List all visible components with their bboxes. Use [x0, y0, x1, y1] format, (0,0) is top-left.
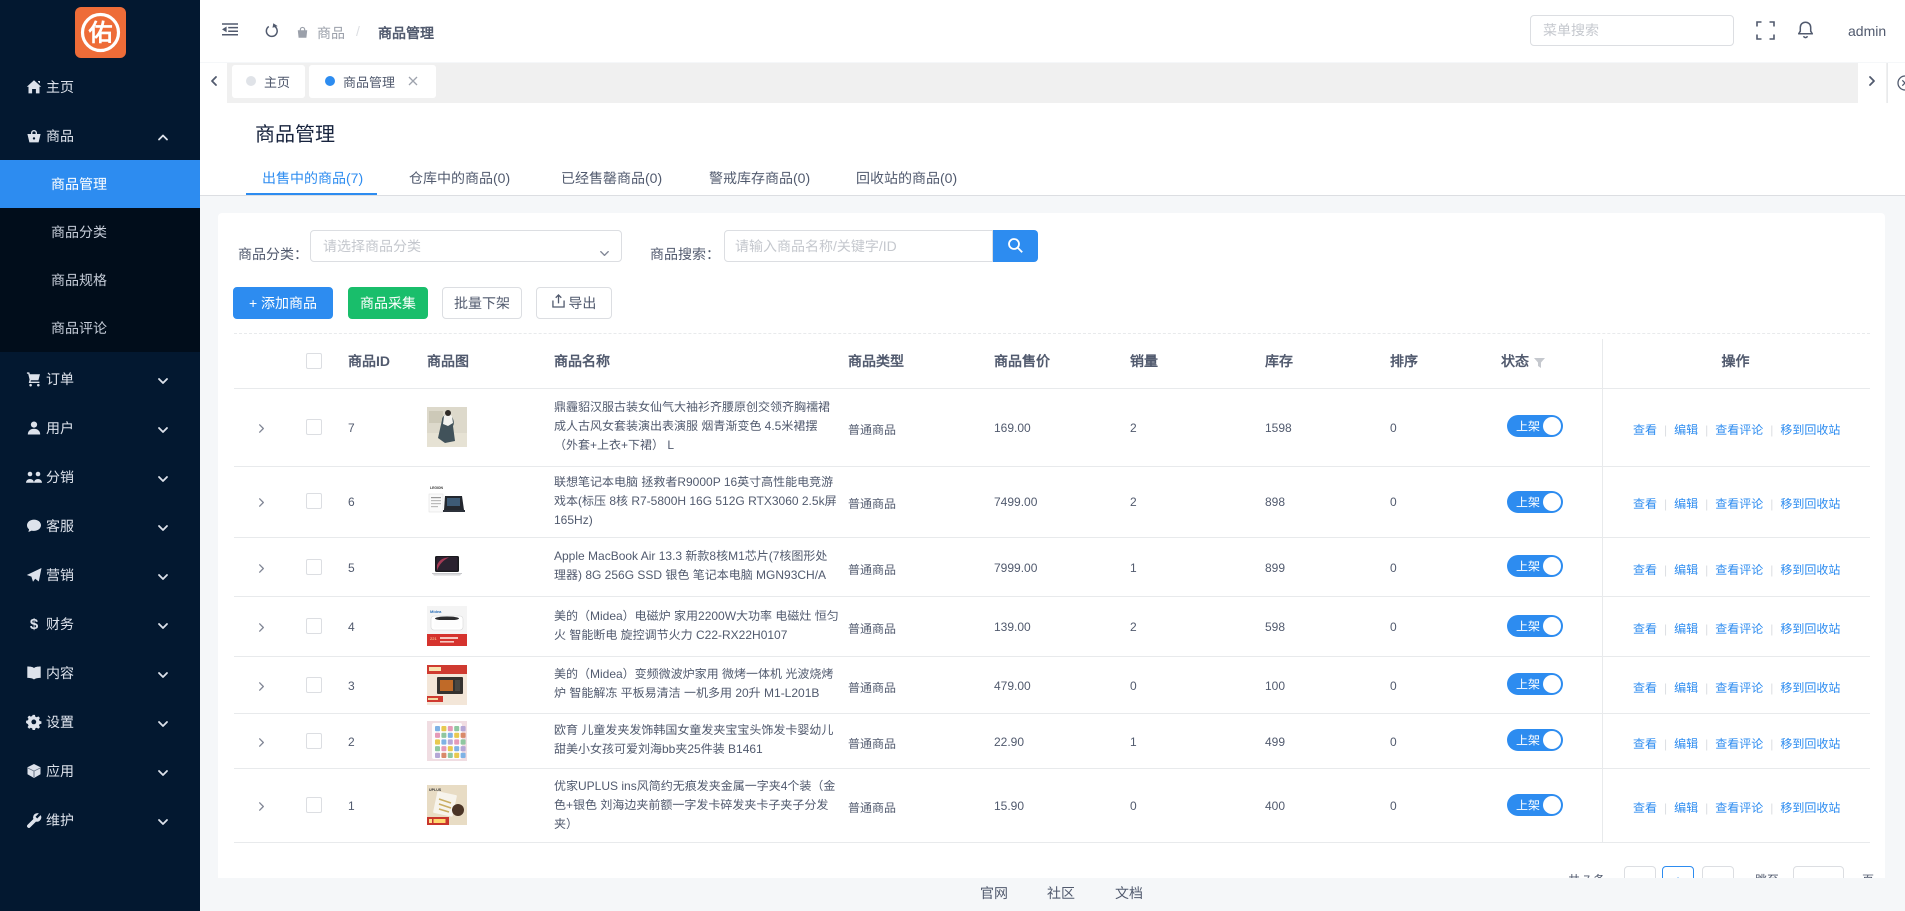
svg-text:LEGION: LEGION — [430, 486, 444, 490]
svg-text:UPLUS: UPLUS — [429, 788, 442, 792]
svg-text:$: $ — [30, 616, 39, 632]
svg-text:佑: 佑 — [88, 13, 113, 48]
svg-text:221: 221 — [430, 636, 437, 641]
svg-text:Midea: Midea — [430, 609, 442, 614]
